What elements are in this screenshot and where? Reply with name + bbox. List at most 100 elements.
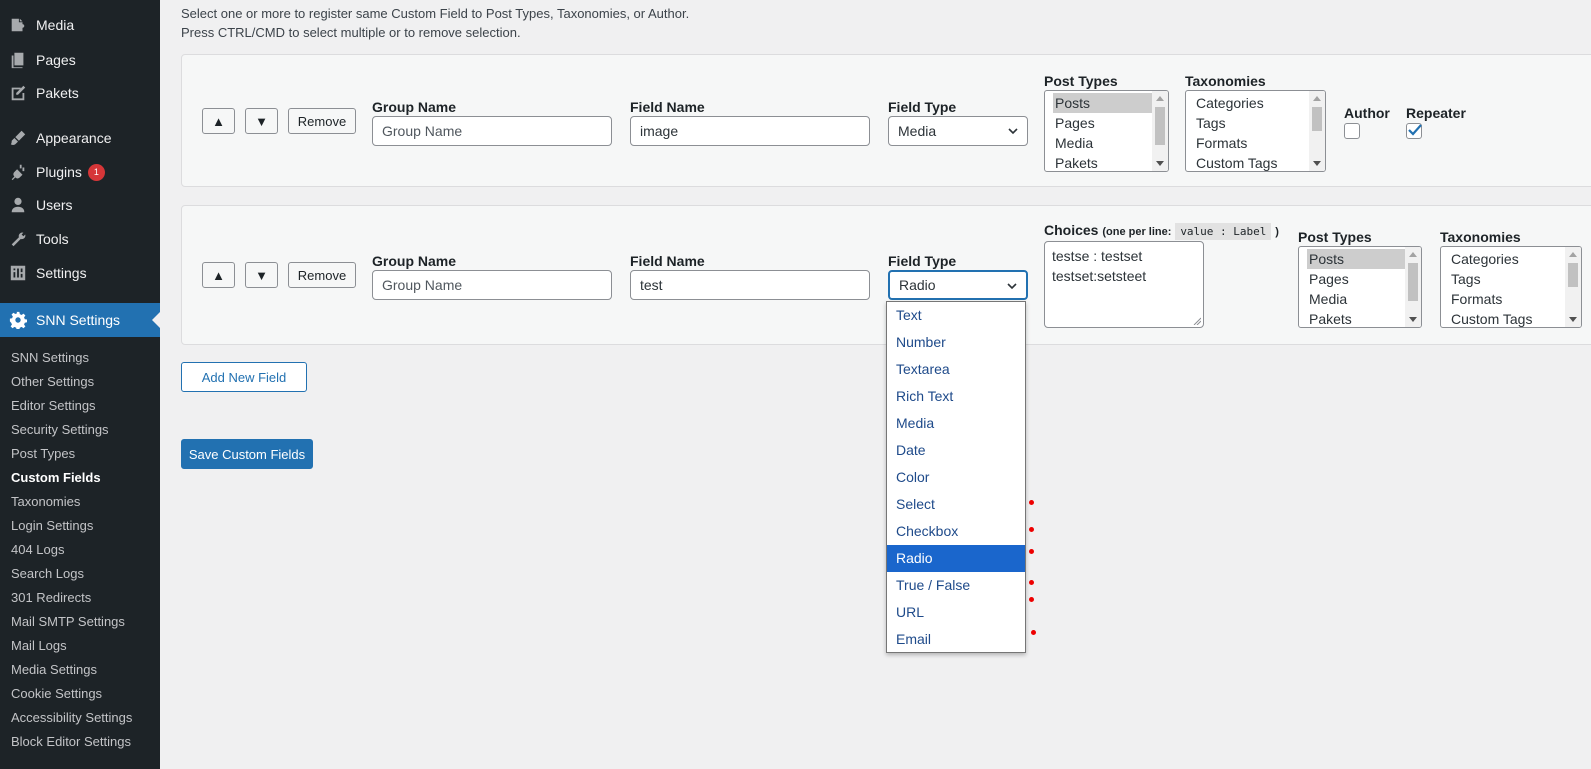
choices-label: Choices (one per line: value : Label ) — [1044, 222, 1279, 240]
dropdown-option[interactable]: Text — [887, 302, 1025, 329]
listbox-option[interactable]: Categories — [1186, 93, 1325, 113]
submenu-item[interactable]: Post Types — [11, 446, 75, 461]
submenu-item[interactable]: 301 Redirects — [11, 590, 91, 605]
field-type-dropdown-list[interactable]: Text Number Textarea Rich Text Media Dat… — [886, 301, 1026, 653]
submenu-item[interactable]: Taxonomies — [11, 494, 80, 509]
field-type-select[interactable]: Media — [888, 116, 1028, 146]
menu-item-snn-settings[interactable]: SNN Settings — [0, 303, 160, 337]
listbox-option[interactable]: Posts — [1053, 93, 1168, 113]
submenu-item[interactable]: Block Editor Settings — [11, 734, 131, 749]
listbox-option[interactable]: Pakets — [1045, 153, 1168, 171]
post-types-listbox[interactable]: Posts Pages Media Pakets — [1044, 90, 1169, 172]
move-down-button[interactable]: ▼ — [245, 108, 278, 134]
taxonomies-listbox[interactable]: Categories Tags Formats Custom Tags — [1185, 90, 1326, 172]
post-types-listbox[interactable]: Posts Pages Media Pakets — [1298, 246, 1422, 328]
description-line-1: Select one or more to register same Cust… — [181, 6, 690, 21]
users-icon — [8, 195, 28, 215]
move-up-button[interactable]: ▲ — [202, 108, 235, 134]
submenu-item[interactable]: Search Logs — [11, 566, 84, 581]
choices-textarea[interactable]: testse : testset testset:setsteet — [1044, 241, 1204, 328]
move-up-button[interactable]: ▲ — [202, 262, 235, 288]
dropdown-option-highlighted[interactable]: Radio — [887, 545, 1025, 572]
menu-item-pages[interactable]: Pages — [0, 43, 160, 77]
marker-dot — [1029, 500, 1034, 505]
dropdown-option[interactable]: Checkbox — [887, 518, 1025, 545]
remove-button[interactable]: Remove — [288, 108, 356, 134]
dropdown-option[interactable]: Textarea — [887, 356, 1025, 383]
listbox-option[interactable]: Custom Tags — [1441, 309, 1581, 327]
listbox-option[interactable]: Media — [1299, 289, 1421, 309]
move-down-button[interactable]: ▼ — [245, 262, 278, 288]
listbox-option[interactable]: Tags — [1186, 113, 1325, 133]
menu-item-users[interactable]: Users — [0, 188, 160, 222]
listbox-scrollbar[interactable] — [1565, 247, 1581, 327]
field-name-input[interactable]: image — [630, 116, 870, 146]
author-checkbox[interactable] — [1344, 123, 1360, 139]
marker-dot — [1029, 597, 1034, 602]
submenu-item[interactable]: Mail Logs — [11, 638, 67, 653]
menu-item-media[interactable]: Media — [0, 8, 160, 42]
dropdown-option[interactable]: Media — [887, 410, 1025, 437]
description-line-2: Press CTRL/CMD to select multiple or to … — [181, 25, 521, 40]
listbox-option[interactable]: Posts — [1307, 249, 1421, 269]
dropdown-option[interactable]: True / False — [887, 572, 1025, 599]
field-name-label: Field Name — [630, 253, 705, 269]
submenu-item[interactable]: Editor Settings — [11, 398, 96, 413]
plugins-icon — [8, 162, 28, 182]
listbox-scrollbar[interactable] — [1152, 91, 1168, 171]
listbox-option[interactable]: Formats — [1186, 133, 1325, 153]
listbox-scrollbar[interactable] — [1309, 91, 1325, 171]
listbox-option[interactable]: Tags — [1441, 269, 1581, 289]
group-name-input[interactable]: Group Name — [372, 116, 612, 146]
submenu-item-current[interactable]: Custom Fields — [11, 470, 101, 485]
listbox-option[interactable]: Media — [1045, 133, 1168, 153]
choices-hint-end: ) — [1275, 226, 1279, 238]
dropdown-option[interactable]: Email — [887, 626, 1025, 653]
marker-dot — [1029, 527, 1034, 532]
submenu-item[interactable]: 404 Logs — [11, 542, 65, 557]
submenu-item[interactable]: Cookie Settings — [11, 686, 102, 701]
listbox-option[interactable]: Pages — [1045, 113, 1168, 133]
listbox-option[interactable]: Pages — [1299, 269, 1421, 289]
field-name-input[interactable]: test — [630, 270, 870, 300]
submenu-item[interactable]: Security Settings — [11, 422, 109, 437]
menu-label: Users — [36, 197, 73, 213]
field-type-select[interactable]: Radio — [888, 270, 1028, 300]
pakets-icon — [8, 83, 28, 103]
listbox-option[interactable]: Pakets — [1299, 309, 1421, 327]
add-new-field-button[interactable]: Add New Field — [181, 362, 307, 392]
menu-item-plugins[interactable]: Plugins 1 — [0, 155, 160, 189]
listbox-option[interactable]: Formats — [1441, 289, 1581, 309]
save-custom-fields-button[interactable]: Save Custom Fields — [181, 439, 313, 469]
settings-icon — [8, 263, 28, 283]
choice-line: testset:setsteet — [1052, 268, 1147, 284]
resize-handle-icon[interactable] — [1193, 317, 1201, 325]
submenu-item[interactable]: Mail SMTP Settings — [11, 614, 125, 629]
menu-label: SNN Settings — [36, 312, 121, 328]
menu-item-tools[interactable]: Tools — [0, 222, 160, 256]
repeater-checkbox[interactable] — [1406, 123, 1422, 139]
dropdown-option[interactable]: Date — [887, 437, 1025, 464]
submenu-item[interactable]: Login Settings — [11, 518, 93, 533]
listbox-option[interactable]: Categories — [1441, 249, 1581, 269]
submenu-item[interactable]: Accessibility Settings — [11, 710, 132, 725]
taxonomies-listbox[interactable]: Categories Tags Formats Custom Tags — [1440, 246, 1582, 328]
remove-button[interactable]: Remove — [288, 262, 356, 288]
listbox-scrollbar[interactable] — [1405, 247, 1421, 327]
submenu-item[interactable]: Other Settings — [11, 374, 94, 389]
dropdown-option[interactable]: Number — [887, 329, 1025, 356]
submenu-item[interactable]: Media Settings — [11, 662, 97, 677]
dropdown-option[interactable]: Color — [887, 464, 1025, 491]
dropdown-option[interactable]: Rich Text — [887, 383, 1025, 410]
menu-item-appearance[interactable]: Appearance — [0, 121, 160, 155]
post-types-label: Post Types — [1044, 73, 1118, 89]
dropdown-option[interactable]: Select — [887, 491, 1025, 518]
menu-item-settings[interactable]: Settings — [0, 256, 160, 290]
choice-line: testse : testset — [1052, 248, 1143, 264]
submenu-item[interactable]: SNN Settings — [11, 350, 89, 365]
group-name-input[interactable]: Group Name — [372, 270, 612, 300]
listbox-option[interactable]: Custom Tags — [1186, 153, 1325, 171]
menu-item-pakets[interactable]: Pakets — [0, 76, 160, 110]
dropdown-option[interactable]: URL — [887, 599, 1025, 626]
repeater-label: Repeater — [1406, 105, 1466, 121]
